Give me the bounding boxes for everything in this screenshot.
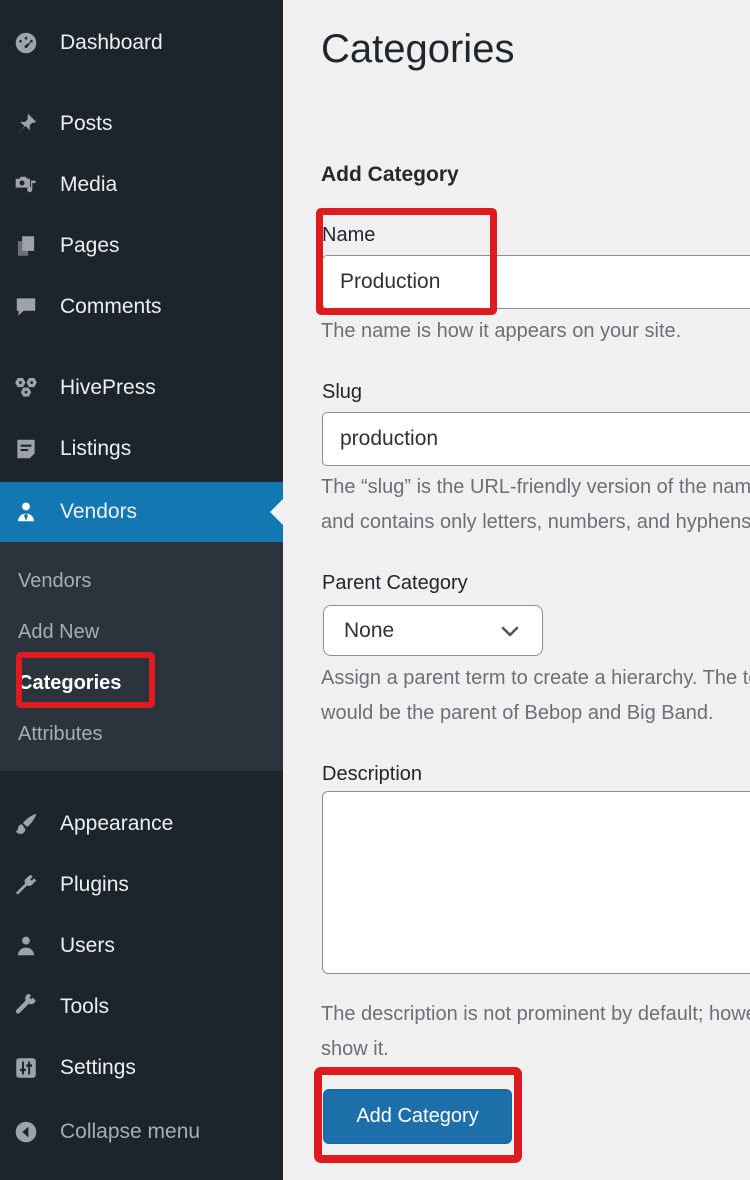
hivepress-icon xyxy=(13,375,39,401)
submenu-item-categories[interactable]: Categories xyxy=(0,658,283,709)
slug-help-line1: The “slug” is the URL-friendly version o… xyxy=(321,476,750,499)
user-icon xyxy=(13,933,39,959)
add-category-heading: Add Category xyxy=(321,163,459,187)
sidebar-item-label: Users xyxy=(60,934,115,958)
pages-icon xyxy=(13,233,39,259)
parent-help-line2: would be the parent of Bebop and Big Ban… xyxy=(321,702,714,725)
admin-sidebar: Dashboard Posts Media Pages Comments Hiv… xyxy=(0,0,283,1180)
collapse-menu-label: Collapse menu xyxy=(60,1120,200,1144)
listings-icon xyxy=(13,436,39,462)
page-title: Categories xyxy=(321,27,514,72)
sidebar-item-label: Dashboard xyxy=(60,31,163,55)
content-area: Categories Add Category Name The name is… xyxy=(283,0,750,1180)
slug-help-line2: and contains only letters, numbers, and … xyxy=(321,511,750,534)
sidebar-item-posts[interactable]: Posts xyxy=(0,93,283,154)
parent-category-select[interactable]: None xyxy=(323,605,543,656)
chevron-down-icon xyxy=(498,619,522,643)
sidebar-item-plugins[interactable]: Plugins xyxy=(0,854,283,915)
description-help-line2: show it. xyxy=(321,1038,389,1061)
submenu-item-label: Categories xyxy=(18,672,121,695)
sidebar-item-label: Plugins xyxy=(60,873,129,897)
sidebar-item-label: Posts xyxy=(60,112,113,136)
wrench-icon xyxy=(13,994,39,1020)
sidebar-item-label: Settings xyxy=(60,1056,136,1080)
sidebar-item-label: HivePress xyxy=(60,376,156,400)
name-input[interactable] xyxy=(322,255,750,309)
submenu-item-attributes[interactable]: Attributes xyxy=(0,709,283,760)
sidebar-item-appearance[interactable]: Appearance xyxy=(0,793,283,854)
sidebar-item-vendors[interactable]: Vendors xyxy=(0,482,283,542)
sidebar-item-pages[interactable]: Pages xyxy=(0,215,283,276)
sliders-icon xyxy=(13,1055,39,1081)
sidebar-item-tools[interactable]: Tools xyxy=(0,976,283,1037)
vendor-icon xyxy=(13,499,39,525)
description-help-line1: The description is not prominent by defa… xyxy=(321,1003,750,1026)
submenu-item-label: Vendors xyxy=(18,570,91,593)
sidebar-item-label: Tools xyxy=(60,995,109,1019)
collapse-arrow-icon xyxy=(13,1119,39,1145)
name-label: Name xyxy=(322,224,375,247)
comment-icon xyxy=(13,294,39,320)
collapse-menu-button[interactable]: Collapse menu xyxy=(0,1101,283,1162)
description-label: Description xyxy=(322,763,422,786)
media-icon xyxy=(13,172,39,198)
sidebar-item-comments[interactable]: Comments xyxy=(0,276,283,337)
sidebar-item-users[interactable]: Users xyxy=(0,915,283,976)
slug-input[interactable] xyxy=(322,412,750,466)
vendors-submenu: Vendors Add New Categories Attributes xyxy=(0,542,283,771)
sidebar-item-label: Appearance xyxy=(60,812,173,836)
sidebar-item-settings[interactable]: Settings xyxy=(0,1037,283,1098)
submenu-item-label: Add New xyxy=(18,621,99,644)
sidebar-item-label: Pages xyxy=(60,234,120,258)
pushpin-icon xyxy=(13,111,39,137)
submenu-item-vendors[interactable]: Vendors xyxy=(0,556,283,607)
add-category-button[interactable]: Add Category xyxy=(323,1089,512,1144)
name-help-text: The name is how it appears on your site. xyxy=(321,320,681,343)
submenu-item-label: Attributes xyxy=(18,723,102,746)
parent-category-value: None xyxy=(344,619,394,643)
plugin-icon xyxy=(13,872,39,898)
submenu-item-add-new[interactable]: Add New xyxy=(0,607,283,658)
sidebar-item-label: Comments xyxy=(60,295,162,319)
parent-help-line1: Assign a parent term to create a hierarc… xyxy=(321,667,750,690)
parent-category-label: Parent Category xyxy=(322,572,468,595)
sidebar-item-dashboard[interactable]: Dashboard xyxy=(0,12,283,73)
sidebar-item-label: Listings xyxy=(60,437,131,461)
description-textarea[interactable] xyxy=(322,791,750,974)
brush-icon xyxy=(13,811,39,837)
sidebar-item-media[interactable]: Media xyxy=(0,154,283,215)
sidebar-item-label: Media xyxy=(60,173,117,197)
sidebar-item-hivepress[interactable]: HivePress xyxy=(0,357,283,418)
slug-label: Slug xyxy=(322,381,362,404)
sidebar-item-listings[interactable]: Listings xyxy=(0,418,283,479)
dashboard-icon xyxy=(13,30,39,56)
sidebar-item-label: Vendors xyxy=(60,500,137,524)
